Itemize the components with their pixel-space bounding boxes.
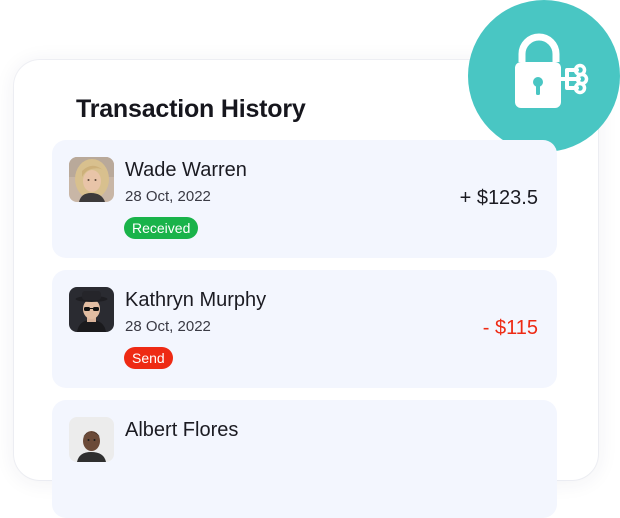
avatar <box>69 287 114 332</box>
transaction-amount: - $115 <box>482 317 538 339</box>
avatar <box>69 417 114 462</box>
transaction-name: Wade Warren <box>125 159 247 181</box>
lock-network-icon <box>515 33 589 108</box>
transaction-name: Albert Flores <box>125 419 239 441</box>
transaction-item-wade-warren[interactable]: Wade Warren 28 Oct, 2022 Received + $123… <box>52 140 557 258</box>
transaction-date: 28 Oct, 2022 <box>125 318 211 335</box>
transaction-item-albert-flores[interactable]: Albert Flores <box>52 400 557 518</box>
transaction-date: 28 Oct, 2022 <box>125 188 211 205</box>
status-badge: Send <box>124 347 173 369</box>
page-title: Transaction History <box>76 95 306 123</box>
transaction-amount: + $123.5 <box>459 187 538 209</box>
status-badge: Received <box>124 217 199 239</box>
avatar <box>69 157 114 202</box>
security-badge <box>468 0 620 152</box>
transaction-name: Kathryn Murphy <box>125 289 267 311</box>
transaction-item-kathryn-murphy[interactable]: Kathryn Murphy 28 Oct, 2022 Send - $115 <box>52 270 557 388</box>
